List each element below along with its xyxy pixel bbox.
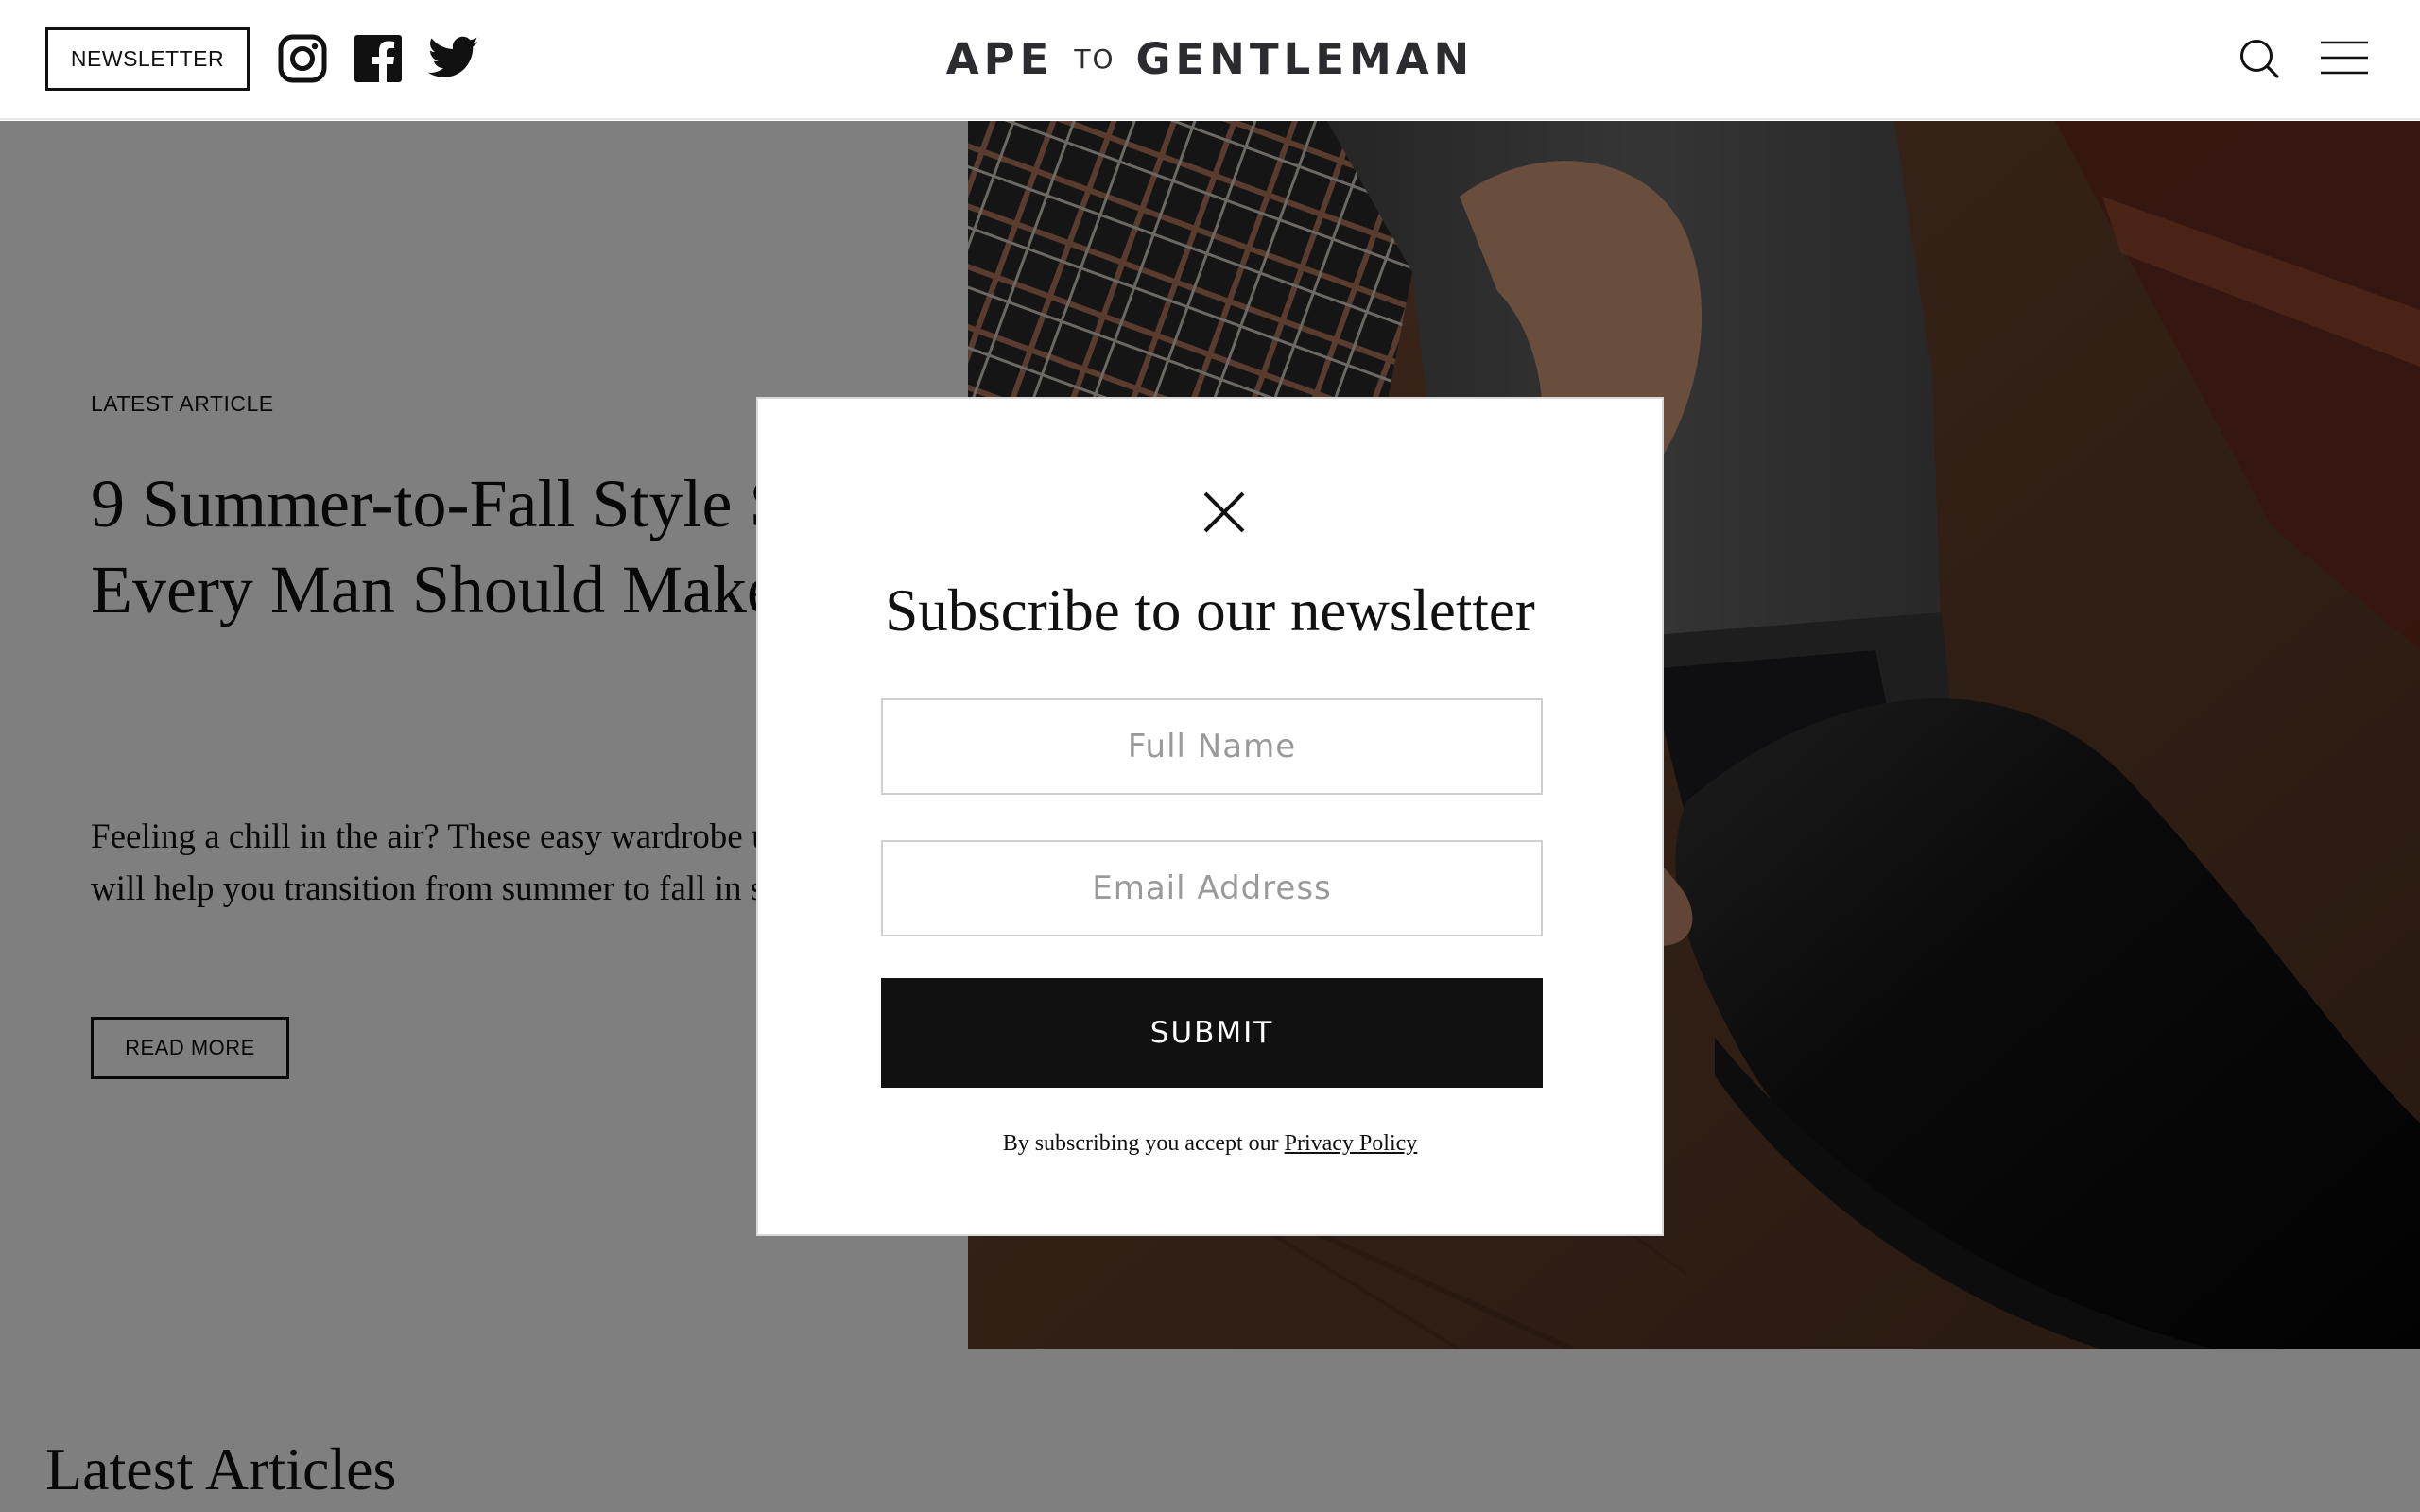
newsletter-button[interactable]: NEWSLETTER [45, 27, 250, 91]
close-icon[interactable] [1201, 490, 1247, 535]
logo-ape: APE [945, 33, 1054, 84]
hamburger-menu-icon[interactable] [2321, 40, 2368, 76]
full-name-input[interactable] [881, 698, 1543, 795]
instagram-icon[interactable] [278, 34, 327, 83]
site-header: NEWSLETTER APE TO GENTLEMAN [0, 0, 2420, 120]
legal-text: By subscribing you accept our Privacy Po… [758, 1131, 1662, 1157]
submit-button[interactable]: SUBMIT [881, 978, 1543, 1088]
logo-to: TO [1074, 43, 1115, 75]
modal-title: Subscribe to our newsletter [885, 577, 1535, 644]
newsletter-modal: Subscribe to our newsletter SUBMIT By su… [756, 397, 1664, 1236]
email-input[interactable] [881, 840, 1543, 936]
facebook-icon[interactable] [354, 34, 403, 83]
privacy-policy-link[interactable]: Privacy Policy [1285, 1131, 1418, 1156]
site-logo[interactable]: APE TO GENTLEMAN [945, 28, 1475, 89]
logo-gentleman: GENTLEMAN [1135, 33, 1475, 84]
legal-prefix: By subscribing you accept our [1002, 1131, 1279, 1156]
twitter-icon[interactable] [428, 36, 479, 79]
search-icon[interactable] [2238, 38, 2280, 79]
